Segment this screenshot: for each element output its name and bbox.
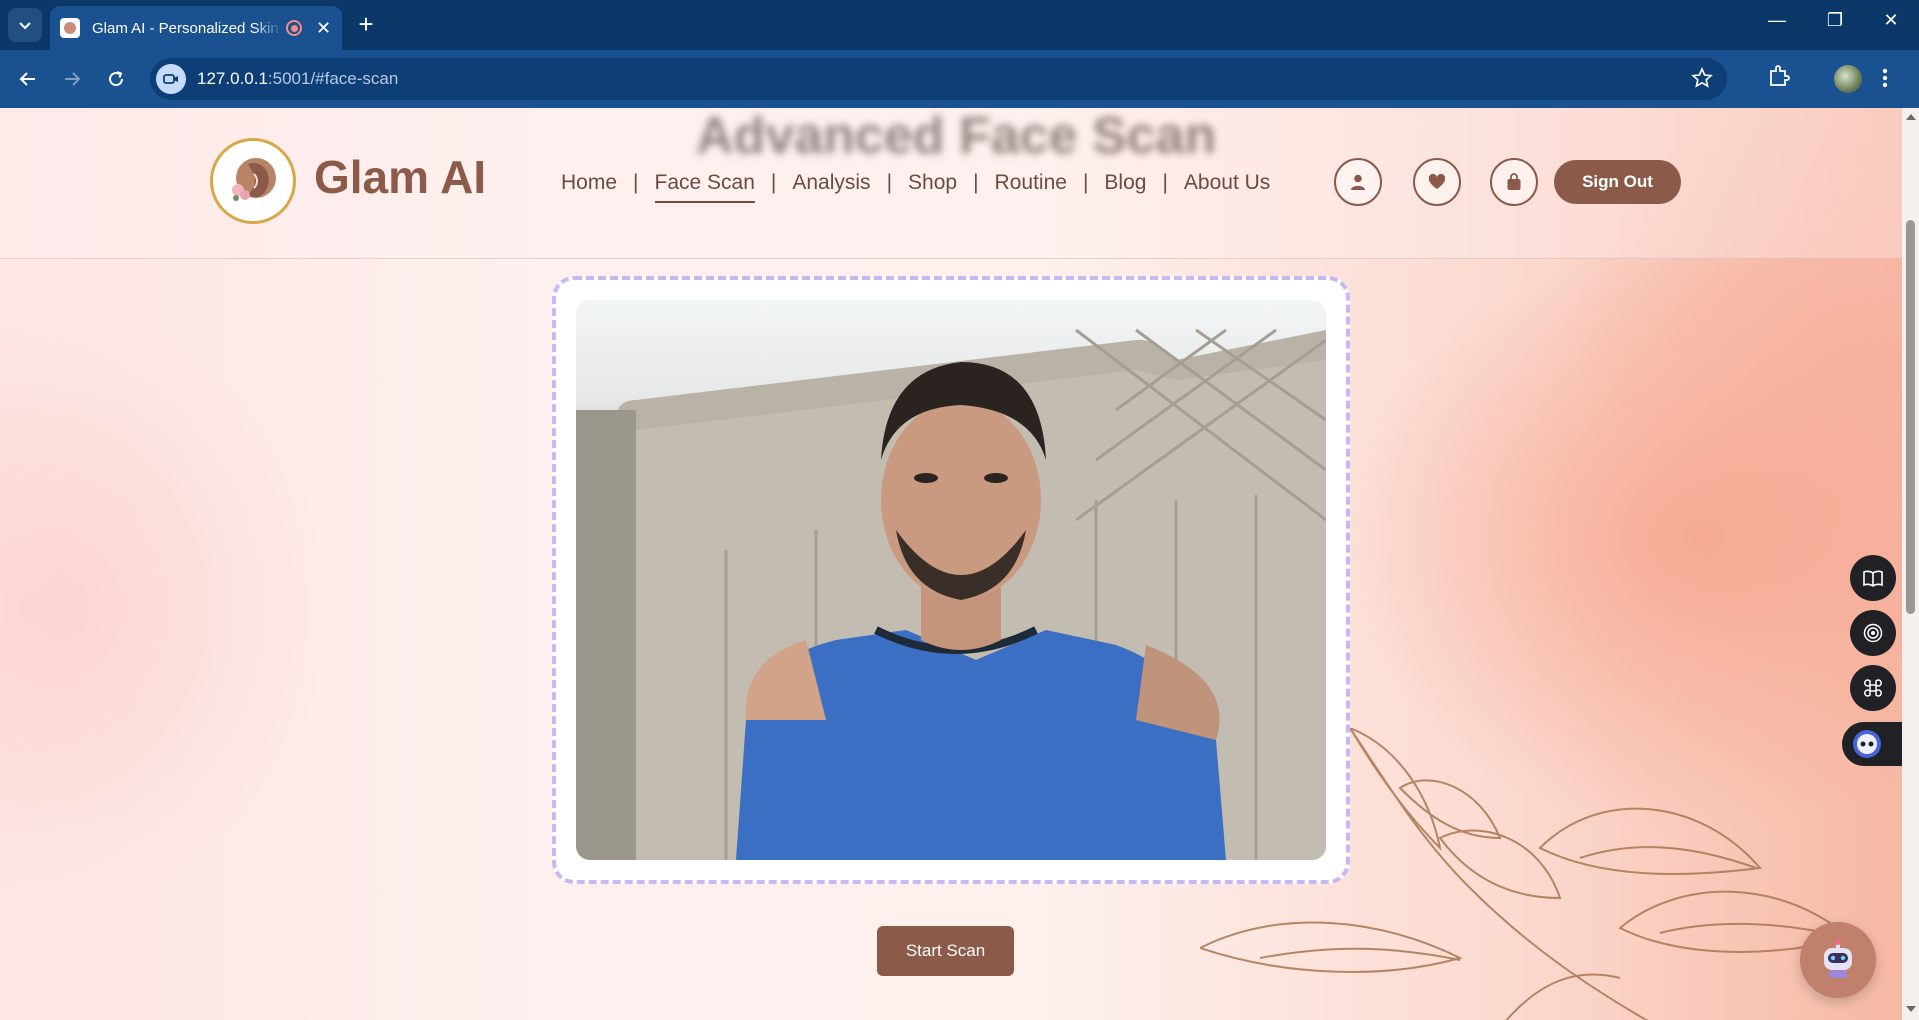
reload-icon <box>109 71 124 87</box>
minimize-button[interactable]: — <box>1757 10 1797 31</box>
reload-button[interactable] <box>100 63 132 95</box>
start-scan-button[interactable]: Start Scan <box>877 926 1014 976</box>
sign-out-button[interactable]: Sign Out <box>1554 160 1681 204</box>
nav-shop[interactable]: Shop <box>902 171 963 195</box>
nav-separator: | <box>973 171 979 194</box>
chatbot-launcher[interactable] <box>1800 922 1876 998</box>
nav-face-scan[interactable]: Face Scan <box>649 171 761 203</box>
tab-favicon-icon <box>60 18 80 38</box>
scrollbar-thumb[interactable] <box>1906 220 1915 614</box>
wishlist-button[interactable] <box>1413 158 1461 206</box>
nav-blog[interactable]: Blog <box>1098 171 1152 195</box>
assistant-icon <box>1853 730 1881 758</box>
main-nav: Home | Face Scan | Analysis | Shop | Rou… <box>555 171 1276 203</box>
browser-toolbar: 127.0.0.1:5001/#face-scan <box>0 50 1919 108</box>
close-window-button[interactable]: ✕ <box>1871 10 1911 31</box>
browser-titlebar: Glam AI - Personalized Skin ✕ + — ❐ ✕ <box>0 0 1919 50</box>
page-content: Advanced Face Scan Glam AI Home | Face S… <box>0 108 1902 1020</box>
user-icon <box>1351 174 1365 190</box>
back-button[interactable] <box>12 63 44 95</box>
section-subtitle-background <box>500 208 505 229</box>
nav-analysis[interactable]: Analysis <box>786 171 876 195</box>
reader-tool-button[interactable] <box>1850 555 1896 601</box>
arrow-right-icon <box>65 72 81 86</box>
site-info-icon[interactable] <box>156 64 186 94</box>
camera-frame <box>552 276 1350 884</box>
command-icon <box>1864 679 1882 697</box>
arrow-left-icon <box>19 72 35 86</box>
section-title-background: Advanced Face Scan <box>696 108 1217 165</box>
nav-about-us[interactable]: About Us <box>1178 171 1276 195</box>
address-bar[interactable]: 127.0.0.1:5001/#face-scan <box>150 58 1727 100</box>
scroll-down-arrow-icon[interactable] <box>1906 1006 1916 1012</box>
browser-tab[interactable]: Glam AI - Personalized Skin ✕ <box>50 6 342 50</box>
cart-button[interactable] <box>1490 158 1538 206</box>
tab-search-button[interactable] <box>8 8 42 42</box>
camera-video-feed[interactable] <box>576 300 1326 860</box>
brand-logo[interactable] <box>210 138 296 224</box>
shopping-bag-icon <box>1507 173 1521 190</box>
site-header: Advanced Face Scan Glam AI Home | Face S… <box>0 108 1902 259</box>
url-text: 127.0.0.1:5001/#face-scan <box>197 69 399 88</box>
forward-button[interactable] <box>56 63 88 95</box>
broadcast-tool-button[interactable] <box>1850 610 1896 656</box>
tab-close-icon[interactable]: ✕ <box>316 19 331 37</box>
nav-separator: | <box>633 171 639 194</box>
profile-button[interactable] <box>1334 158 1382 206</box>
nav-separator: | <box>770 171 777 194</box>
robot-icon <box>1824 939 1852 978</box>
new-tab-button[interactable]: + <box>352 10 380 38</box>
recording-indicator-icon <box>286 20 302 36</box>
profile-avatar[interactable] <box>1834 65 1862 93</box>
nav-separator: | <box>1162 171 1168 194</box>
more-menu-icon[interactable] <box>1882 64 1888 97</box>
extensions-icon[interactable] <box>1766 63 1792 94</box>
assistant-tool-button[interactable] <box>1842 722 1902 766</box>
nav-separator: | <box>886 171 893 194</box>
brand-name[interactable]: Glam AI <box>314 150 486 204</box>
nav-home[interactable]: Home <box>555 171 623 195</box>
broadcast-icon <box>1863 623 1883 643</box>
book-icon <box>1863 570 1883 587</box>
scroll-up-arrow-icon[interactable] <box>1906 114 1916 120</box>
command-tool-button[interactable] <box>1850 665 1896 711</box>
heart-icon <box>1428 174 1446 189</box>
bookmark-star-icon[interactable] <box>1691 66 1713 94</box>
tab-title: Glam AI - Personalized Skin <box>92 19 279 37</box>
webcam-image <box>576 328 1326 860</box>
page-scrollbar[interactable] <box>1902 108 1919 1020</box>
restore-button[interactable]: ❐ <box>1815 10 1855 31</box>
nav-routine[interactable]: Routine <box>989 171 1073 195</box>
nav-separator: | <box>1082 171 1089 194</box>
chevron-down-icon <box>19 22 31 30</box>
